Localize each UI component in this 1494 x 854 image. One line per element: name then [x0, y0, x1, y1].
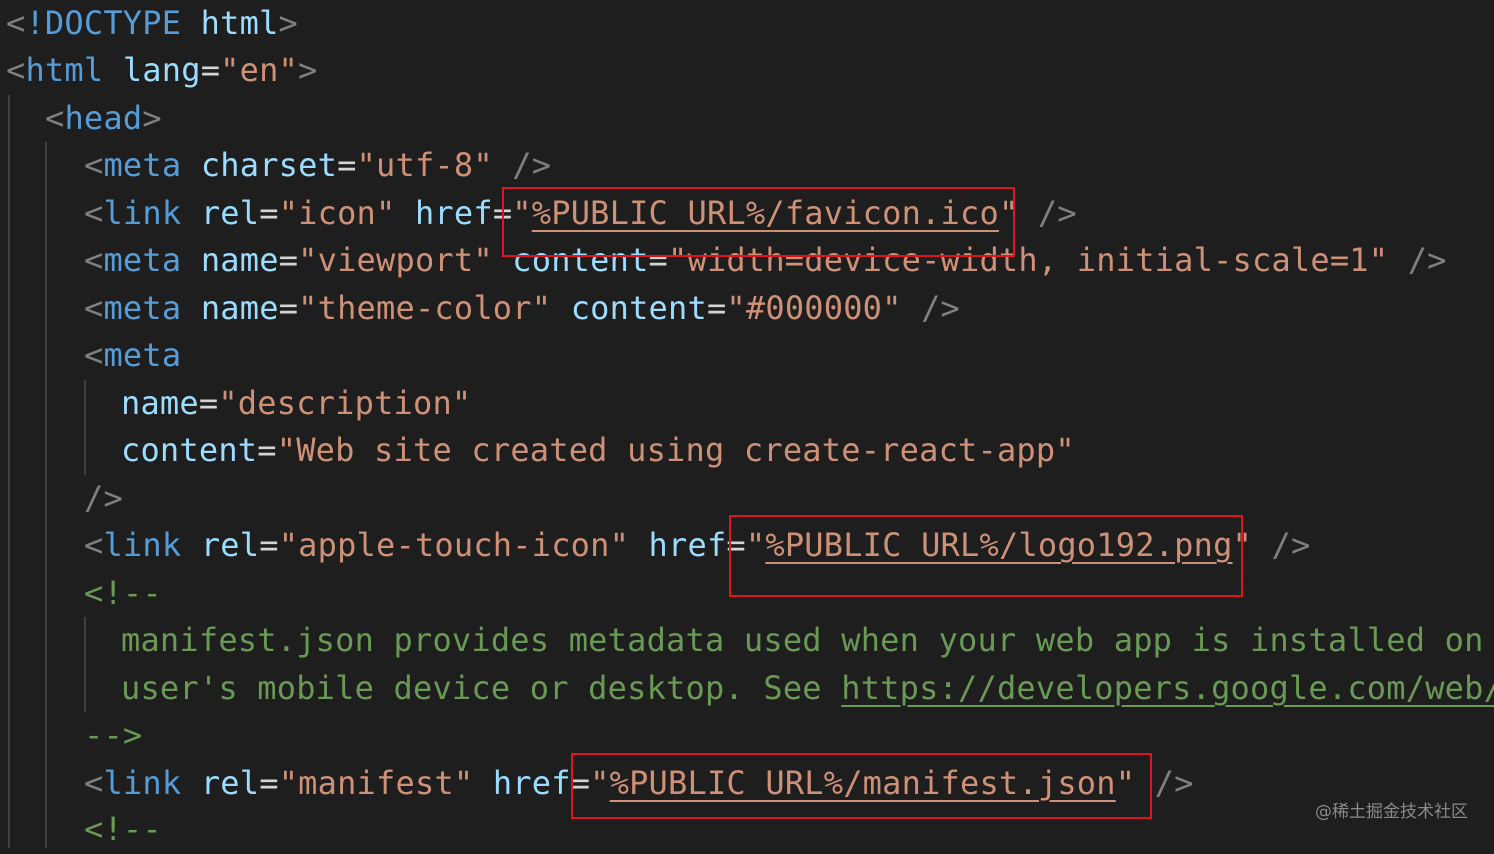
code-line-16: -->: [84, 712, 142, 760]
indent-guide-comment: [84, 617, 86, 712]
token: lang: [122, 51, 201, 89]
token: >: [142, 99, 162, 137]
token: name: [200, 289, 279, 327]
token: "icon": [278, 194, 396, 232]
comment-token: manifest.json provides metadata used whe…: [121, 621, 1494, 659]
token: "viewport": [298, 241, 493, 279]
token: rel: [200, 764, 260, 802]
token: <: [45, 99, 65, 137]
token: =: [259, 764, 279, 802]
code-line-14: manifest.json provides metadata used whe…: [121, 617, 1494, 665]
token: />: [512, 146, 552, 184]
highlight-box-favicon: [502, 187, 1015, 257]
comment-token: user's mobile device or desktop. See: [121, 669, 842, 707]
token: "Web site created using create-react-app…: [276, 431, 1075, 469]
token: href: [414, 194, 493, 232]
token: >: [278, 4, 299, 42]
token: "description": [218, 384, 472, 422]
token: <: [6, 4, 26, 42]
token: name: [121, 384, 199, 422]
token: meta: [103, 241, 182, 279]
token: "manifest": [278, 764, 474, 802]
code-line-11: />: [84, 475, 123, 523]
token: =: [257, 431, 277, 469]
token: <: [84, 241, 104, 279]
token: content: [121, 431, 258, 469]
token: link: [103, 194, 182, 232]
token: />: [1407, 241, 1447, 279]
token: <: [84, 194, 104, 232]
token: >: [298, 51, 318, 89]
token: meta: [103, 146, 182, 184]
token: rel: [200, 194, 260, 232]
token: name: [200, 241, 279, 279]
indent-guide-html: [8, 95, 10, 848]
highlight-box-logo: [729, 515, 1243, 597]
token: rel: [200, 526, 260, 564]
code-line-18: <!--: [84, 806, 162, 854]
token: meta: [103, 336, 182, 374]
code-line-3: <head>: [45, 95, 162, 143]
indent-guide-head: [45, 142, 47, 848]
code-line-1: <!DOCTYPE html>: [6, 0, 298, 48]
token: =: [337, 146, 357, 184]
comment-link[interactable]: https://developers.google.com/web/f: [841, 669, 1494, 707]
token: />: [1271, 526, 1311, 564]
code-line-4: <meta charset="utf-8" />: [84, 142, 551, 190]
code-line-9: name="description": [121, 380, 471, 428]
token: html: [200, 4, 279, 42]
token: meta: [103, 289, 182, 327]
watermark: @稀土掘金技术社区: [1315, 802, 1468, 822]
token: <: [84, 526, 104, 564]
token: "#000000": [726, 289, 902, 327]
token: <: [84, 289, 104, 327]
token: =: [200, 51, 221, 89]
token: />: [921, 289, 961, 327]
token: =: [278, 289, 299, 327]
token: "apple-touch-icon": [278, 526, 630, 564]
token: <: [6, 51, 26, 89]
code-line-15: user's mobile device or desktop. See htt…: [121, 665, 1494, 713]
token: href: [492, 764, 571, 802]
code-line-8: <meta: [84, 332, 181, 380]
token: />: [84, 479, 123, 517]
code-line-10: content="Web site created using create-r…: [121, 427, 1075, 475]
token: =: [259, 194, 279, 232]
token: />: [1154, 764, 1194, 802]
token: content: [570, 289, 707, 327]
token: href: [648, 526, 727, 564]
token: />: [1037, 194, 1077, 232]
token: charset: [200, 146, 338, 184]
token: <: [84, 764, 104, 802]
token: html: [25, 51, 104, 89]
code-editor[interactable]: <!DOCTYPE html> <html lang="en"> <head> …: [0, 0, 1494, 848]
indent-guide-meta: [84, 380, 86, 475]
comment-token: -->: [84, 716, 143, 754]
token: "en": [220, 51, 299, 89]
highlight-box-manifest: [571, 753, 1152, 819]
code-line-7: <meta name="theme-color" content="#00000…: [84, 285, 960, 333]
code-line-13: <!--: [84, 570, 162, 618]
token: =: [259, 526, 279, 564]
comment-token: <!--: [84, 574, 162, 612]
code-line-2: <html lang="en">: [6, 47, 318, 95]
token: <: [84, 146, 104, 184]
token: "utf-8": [356, 146, 493, 184]
token: link: [103, 526, 182, 564]
token: link: [103, 764, 182, 802]
token: <: [84, 336, 104, 374]
token: =: [198, 384, 219, 422]
token: =: [278, 241, 299, 279]
token: "theme-color": [298, 289, 552, 327]
token: =: [706, 289, 727, 327]
token: !DOCTYPE: [25, 4, 182, 42]
token: head: [64, 99, 143, 137]
comment-token: <!--: [84, 810, 162, 848]
